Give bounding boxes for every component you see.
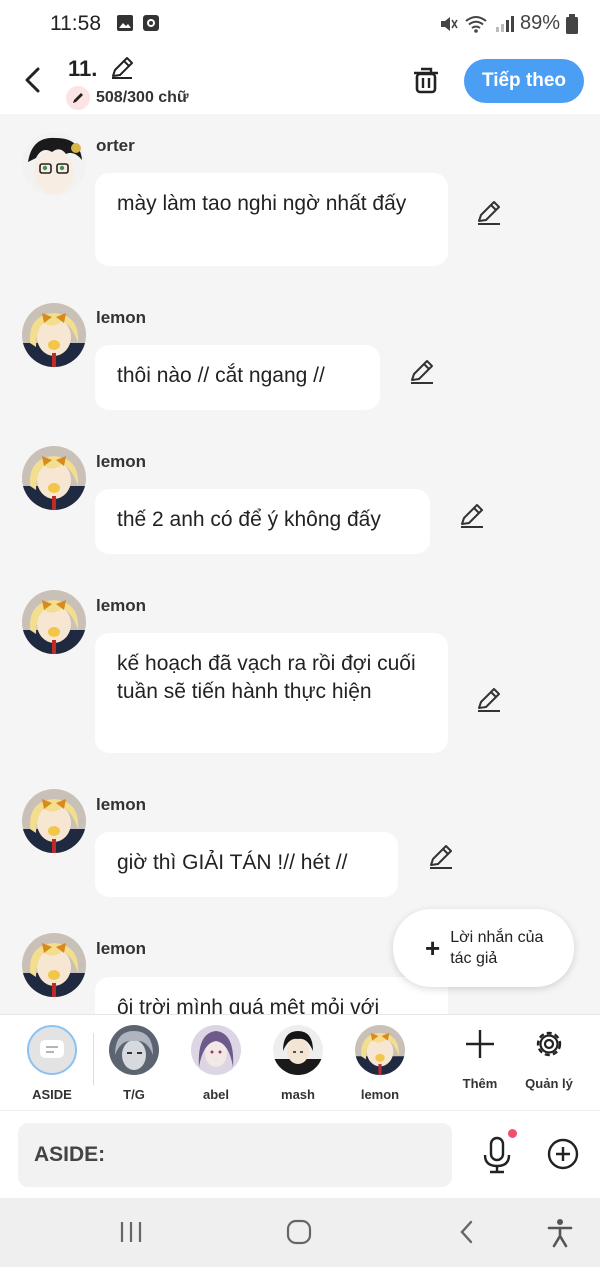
accessibility-icon[interactable] <box>546 1218 574 1248</box>
character-name: lemon <box>360 1087 400 1102</box>
avatar-lemon[interactable] <box>22 933 86 997</box>
add-label: Thêm <box>462 1076 498 1091</box>
chapter-title[interactable]: 11. <box>68 56 97 82</box>
character-bar: ASIDE T/G abel mash lemon Thêm Quản lý <box>0 1014 600 1110</box>
author-note-button[interactable]: + Lời nhắn của tác giả <box>393 909 574 987</box>
manage-button[interactable]: Quản lý <box>513 1027 585 1091</box>
aside-icon <box>27 1025 77 1075</box>
character-name: mash <box>281 1087 315 1102</box>
wifi-icon <box>465 15 487 33</box>
sender-name: lemon <box>96 596 147 615</box>
editor-header: 11. 508/300 chữ Tiếp theo <box>0 48 600 114</box>
signal-icon <box>495 15 514 32</box>
character-tg[interactable]: T/G <box>99 1025 169 1102</box>
status-indicators: 89% <box>438 12 578 35</box>
plus-icon <box>466 1030 494 1058</box>
manage-label: Quản lý <box>525 1076 573 1091</box>
add-character-button[interactable]: Thêm <box>444 1027 516 1091</box>
avatar-lemon[interactable] <box>22 303 86 367</box>
avatar-lemon-small <box>355 1025 405 1075</box>
plus-icon: + <box>425 932 441 963</box>
character-name: T/G <box>123 1087 145 1102</box>
home-icon[interactable] <box>285 1218 313 1246</box>
character-name: ASIDE <box>32 1087 72 1102</box>
sender-name: orter <box>96 136 135 155</box>
character-abel[interactable]: abel <box>181 1025 251 1102</box>
input-bar <box>0 1110 600 1198</box>
character-mash[interactable]: mash <box>263 1025 333 1102</box>
gear-icon <box>536 1031 562 1057</box>
chat-area[interactable]: orter mày làm tao nghi ngờ nhất đấy lemo… <box>0 114 600 1014</box>
character-lemon[interactable]: lemon <box>345 1025 415 1102</box>
avatar-lemon[interactable] <box>22 789 86 853</box>
aside-input[interactable] <box>18 1123 452 1187</box>
status-bar: 11:58 89% <box>0 0 600 48</box>
author-note-label: Lời nhắn của tác giả <box>450 929 544 967</box>
system-nav-bar <box>0 1198 600 1267</box>
sender-name: lemon <box>96 452 147 471</box>
divider <box>93 1033 94 1085</box>
avatar-mash <box>273 1025 323 1075</box>
add-circle-icon[interactable] <box>546 1137 580 1171</box>
avatar-lemon[interactable] <box>22 446 86 510</box>
character-aside[interactable]: ASIDE <box>17 1025 87 1102</box>
mute-icon <box>440 16 458 31</box>
character-name: abel <box>202 1087 229 1102</box>
avatar-lemon[interactable] <box>22 590 86 654</box>
message-bubble[interactable]: thế 2 anh có để ý không đấy <box>95 489 430 554</box>
message-bubble[interactable]: giờ thì GIẢI TÁN !// hét // <box>95 832 398 897</box>
recording-dot <box>508 1129 517 1138</box>
edit-message-icon[interactable] <box>407 357 437 387</box>
back-nav-icon[interactable] <box>456 1218 478 1246</box>
edit-title-icon[interactable] <box>108 54 136 82</box>
image-icon <box>117 15 133 31</box>
pencil-icon <box>66 86 90 110</box>
edit-message-icon[interactable] <box>474 685 504 715</box>
sender-name: lemon <box>96 308 147 327</box>
avatar-abel <box>191 1025 241 1075</box>
sender-name: lemon <box>96 939 147 958</box>
avatar-orter[interactable] <box>22 132 86 196</box>
battery-percent: 89% <box>519 12 560 34</box>
word-count: 508/300 chữ <box>66 86 189 110</box>
edit-message-icon[interactable] <box>457 501 487 531</box>
next-button[interactable]: Tiếp theo <box>464 59 584 103</box>
message-bubble[interactable]: ôi trời mình quá mệt mỏi với <box>95 977 448 1014</box>
avatar-tg <box>109 1025 159 1075</box>
record-icon <box>143 15 159 31</box>
microphone-icon[interactable] <box>480 1135 514 1175</box>
message-bubble[interactable]: mày làm tao nghi ngờ nhất đấy <box>95 173 448 266</box>
back-button[interactable] <box>16 62 52 98</box>
edit-message-icon[interactable] <box>474 198 504 228</box>
sender-name: lemon <box>96 795 147 814</box>
recent-apps-icon[interactable] <box>118 1218 144 1246</box>
trash-icon[interactable] <box>410 64 442 96</box>
edit-message-icon[interactable] <box>426 842 456 872</box>
word-count-label: 508/300 chữ <box>96 89 189 106</box>
message-bubble[interactable]: kế hoạch đã vạch ra rồi đợi cuối tuần sẽ… <box>95 633 448 753</box>
message-bubble[interactable]: thôi nào // cắt ngang // <box>95 345 380 410</box>
status-time: 11:58 <box>50 12 101 35</box>
battery-icon <box>566 13 578 34</box>
